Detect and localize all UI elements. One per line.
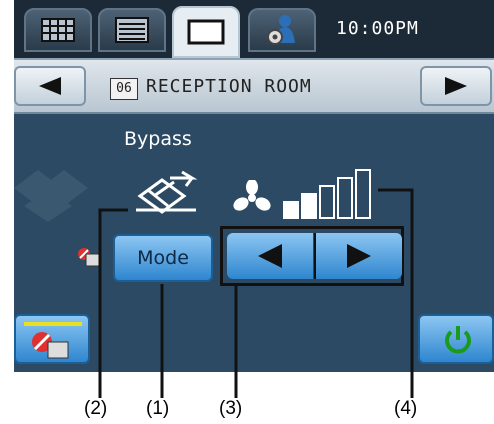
callout-label-2: (2)	[84, 398, 108, 419]
callout-label-3: (3)	[219, 398, 243, 419]
callout-lines	[98, 188, 414, 398]
callout-label-1: (1)	[146, 398, 170, 419]
callout-label-4: (4)	[394, 398, 418, 419]
